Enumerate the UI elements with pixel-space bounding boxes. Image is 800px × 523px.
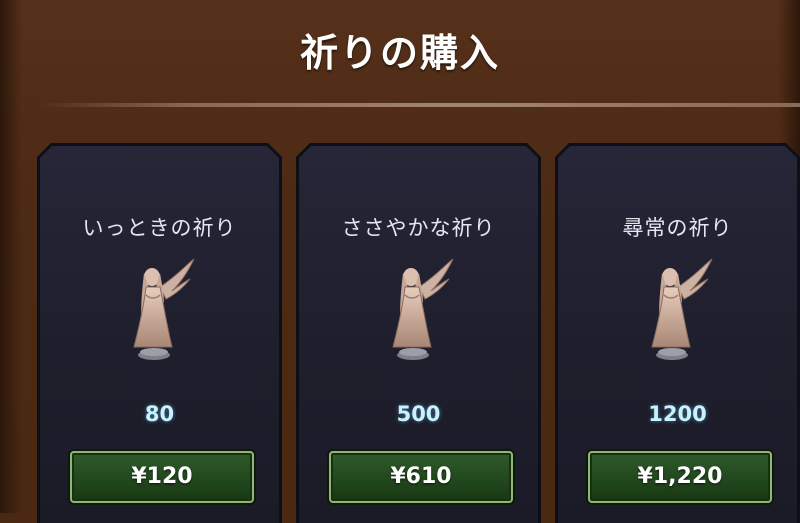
product-card-2: ささやかな祈り 500 ¥610 [296, 143, 541, 523]
buy-button[interactable]: ¥610 [329, 451, 513, 503]
product-card-body: 尋常の祈り 1200 ¥1,220 [558, 146, 797, 523]
product-card-body: ささやかな祈り 500 ¥610 [299, 146, 538, 523]
product-card-body: いっときの祈り 80 ¥120 [40, 146, 279, 523]
product-card-3: 尋常の祈り 1200 ¥1,220 [555, 143, 800, 523]
product-card-1: いっときの祈り 80 ¥120 [37, 143, 282, 523]
header-divider [40, 103, 800, 107]
angel-statue-icon [379, 251, 459, 371]
buy-button[interactable]: ¥1,220 [588, 451, 772, 503]
buy-button[interactable]: ¥120 [70, 451, 254, 503]
prayer-amount: 80 [144, 402, 175, 426]
product-name: いっときの祈り [82, 216, 237, 240]
angel-statue-icon [120, 251, 200, 371]
product-name: 尋常の祈り [622, 216, 733, 240]
page-title: 祈りの購入 [299, 31, 500, 75]
product-name: ささやかな祈り [341, 216, 496, 240]
angel-statue-icon [638, 251, 718, 371]
prayer-amount: 500 [396, 402, 441, 426]
prayer-amount: 1200 [648, 402, 707, 426]
